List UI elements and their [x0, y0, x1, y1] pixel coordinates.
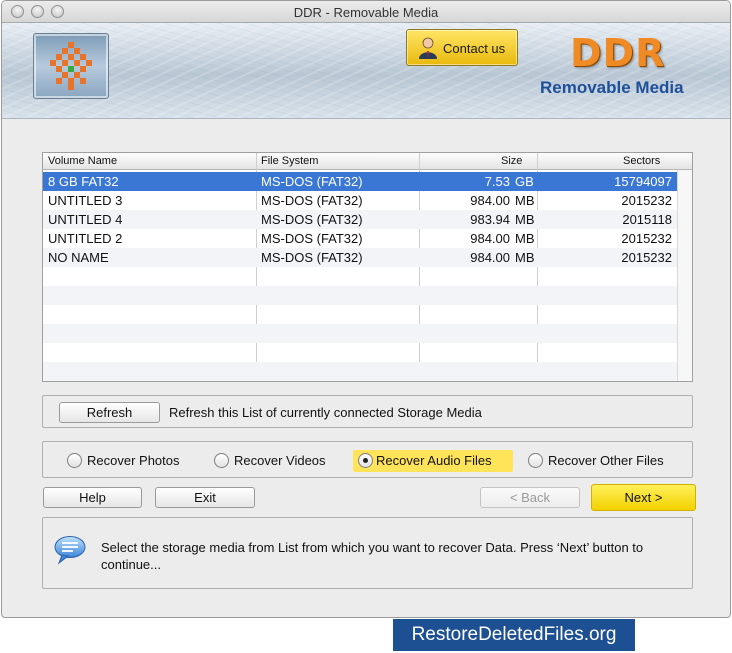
- recover-photos-label: Recover Photos: [87, 453, 180, 468]
- radio-indicator: [528, 453, 543, 468]
- volume-list[interactable]: Volume Name File System Size Sectors 8 G…: [42, 152, 693, 382]
- recover-audio-files-label: Recover Audio Files: [376, 453, 492, 468]
- table-row[interactable]: UNTITLED 2 MS-DOS (FAT32) 984.00 MB 2015…: [43, 229, 678, 248]
- size-cell: 984.00: [470, 231, 510, 246]
- size-unit-cell: GB: [515, 174, 534, 189]
- recover-videos-radio[interactable]: Recover Videos: [214, 450, 342, 472]
- recover-videos-label: Recover Videos: [234, 453, 326, 468]
- contact-us-label: Contact us: [443, 41, 506, 56]
- sectors-cell: 2015232: [621, 250, 672, 265]
- person-icon: [419, 37, 437, 59]
- sectors-cell: 2015232: [621, 193, 672, 208]
- help-button[interactable]: Help: [43, 487, 142, 508]
- file-system-cell: MS-DOS (FAT32): [261, 212, 363, 227]
- recovery-type-group: Recover Photos Recover Videos Recover Au…: [42, 441, 693, 478]
- recover-photos-radio[interactable]: Recover Photos: [67, 450, 197, 472]
- column-header-file-system[interactable]: File System: [261, 155, 318, 167]
- next-button[interactable]: Next >: [591, 484, 696, 511]
- radio-indicator: [67, 453, 82, 468]
- exit-button[interactable]: Exit: [155, 487, 255, 508]
- sectors-cell: 15794097: [614, 174, 672, 189]
- back-button[interactable]: < Back: [480, 487, 580, 508]
- table-row[interactable]: UNTITLED 3 MS-DOS (FAT32) 984.00 MB 2015…: [43, 191, 678, 210]
- file-system-cell: MS-DOS (FAT32): [261, 174, 363, 189]
- volume-name-cell: 8 GB FAT32: [48, 174, 119, 189]
- instruction-text: Select the storage media from List from …: [101, 540, 644, 572]
- volume-name-cell: UNTITLED 4: [48, 212, 123, 227]
- file-system-cell: MS-DOS (FAT32): [261, 193, 363, 208]
- instruction-panel: Select the storage media from List from …: [42, 517, 693, 589]
- column-header-size[interactable]: Size: [501, 155, 522, 167]
- recover-audio-files-radio[interactable]: Recover Audio Files: [353, 450, 513, 472]
- sectors-cell: 2015118: [622, 212, 672, 227]
- size-unit-cell: MB: [515, 231, 535, 246]
- window-title: DDR - Removable Media: [293, 5, 439, 20]
- recover-other-files-radio[interactable]: Recover Other Files: [528, 450, 688, 472]
- volume-name-cell: NO NAME: [48, 250, 109, 265]
- header-banner: Contact us DDR Removable Media: [2, 23, 730, 119]
- size-unit-cell: MB: [515, 250, 535, 265]
- watermark-banner: RestoreDeletedFiles.org: [393, 619, 635, 651]
- list-header: Volume Name File System Size Sectors: [43, 153, 692, 170]
- column-header-sectors[interactable]: Sectors: [623, 155, 660, 167]
- brand-subtitle: Removable Media: [540, 78, 684, 97]
- brand-logo-text: DDR: [570, 31, 666, 75]
- volume-name-cell: UNTITLED 2: [48, 231, 123, 246]
- checkered-logo-icon: [50, 42, 92, 90]
- file-system-cell: MS-DOS (FAT32): [261, 250, 363, 265]
- refresh-description: Refresh this List of currently connected…: [169, 405, 482, 420]
- radio-indicator: [214, 453, 229, 468]
- list-scrollbar[interactable]: [677, 170, 692, 381]
- contact-us-button[interactable]: Contact us: [406, 29, 518, 66]
- size-cell: 7.53: [484, 174, 510, 189]
- size-cell: 983.94: [470, 212, 510, 227]
- table-row[interactable]: NO NAME MS-DOS (FAT32) 984.00 MB 2015232: [43, 248, 678, 267]
- volume-name-cell: UNTITLED 3: [48, 193, 123, 208]
- sectors-cell: 2015232: [621, 231, 672, 246]
- refresh-button[interactable]: Refresh: [59, 402, 160, 423]
- recover-other-files-label: Recover Other Files: [548, 453, 664, 468]
- empty-row: [43, 286, 678, 305]
- app-window: DDR - Removable Media Contact us DDR Rem…: [1, 0, 731, 618]
- title-bar: DDR - Removable Media: [2, 1, 730, 23]
- empty-row: [43, 324, 678, 343]
- column-header-volume-name[interactable]: Volume Name: [48, 155, 117, 167]
- file-system-cell: MS-DOS (FAT32): [261, 231, 363, 246]
- speech-bubble-icon: [54, 536, 86, 565]
- empty-row: [43, 305, 678, 324]
- empty-row: [43, 362, 678, 381]
- size-cell: 984.00: [470, 250, 510, 265]
- refresh-panel: Refresh Refresh this List of currently c…: [42, 395, 693, 428]
- table-row[interactable]: UNTITLED 4 MS-DOS (FAT32) 983.94 MB 2015…: [43, 210, 678, 229]
- size-unit-cell: MB: [515, 212, 535, 227]
- empty-row: [43, 343, 678, 362]
- app-logo: [33, 33, 109, 99]
- size-unit-cell: MB: [515, 193, 535, 208]
- table-row[interactable]: 8 GB FAT32 MS-DOS (FAT32) 7.53 GB 157940…: [43, 172, 678, 191]
- empty-row: [43, 267, 678, 286]
- size-cell: 984.00: [470, 193, 510, 208]
- radio-indicator-selected: [358, 453, 373, 468]
